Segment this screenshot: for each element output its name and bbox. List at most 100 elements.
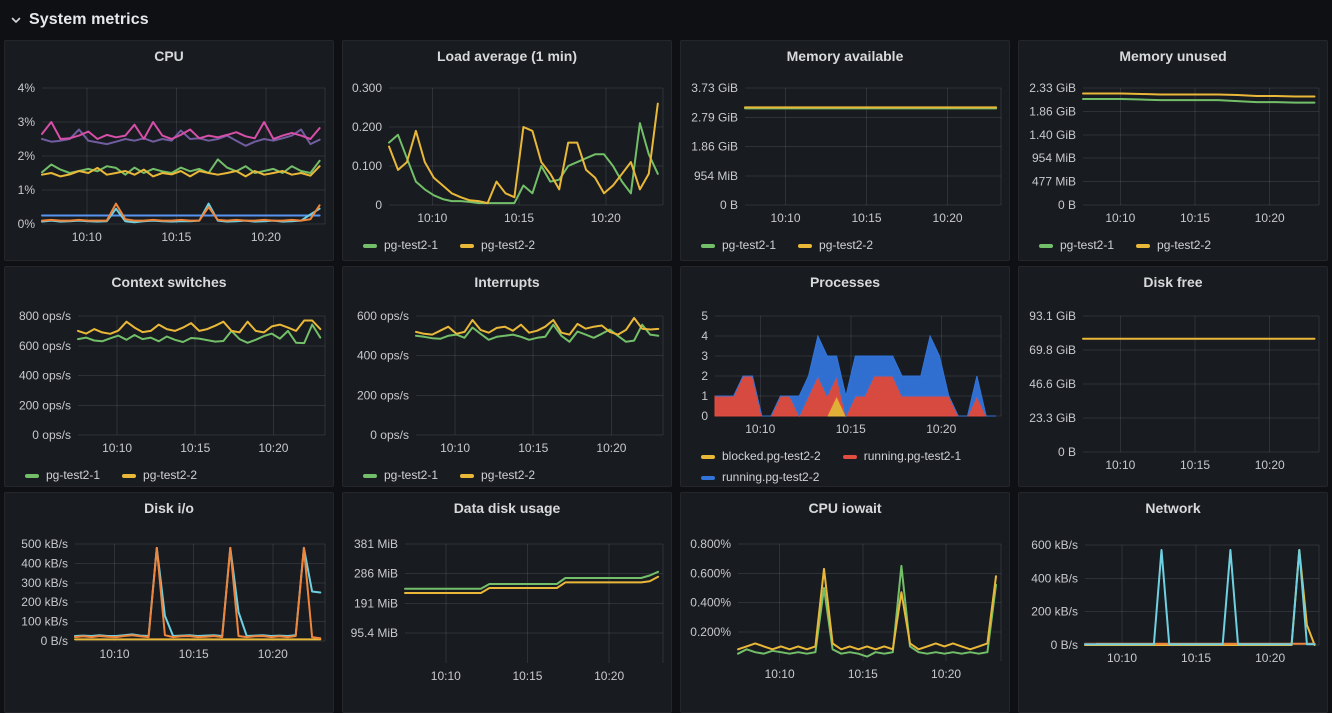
chart-canvas[interactable]: 3.73 GiB2.79 GiB1.86 GiB954 MiB0 B10:101… bbox=[681, 41, 1009, 260]
y-tick-label: 381 MiB bbox=[354, 537, 398, 551]
legend-label: running.pg-test2-2 bbox=[722, 467, 819, 487]
y-tick-label: 200 kB/s bbox=[21, 595, 68, 609]
chart-legend: pg-test2-1 pg-test2-2 bbox=[363, 235, 651, 256]
y-tick-label: 2 bbox=[701, 369, 708, 383]
y-tick-label: 200 ops/s bbox=[19, 398, 71, 412]
y-tick-label: 954 MiB bbox=[1032, 151, 1076, 165]
legend-item[interactable]: pg-test2-2 bbox=[460, 465, 535, 486]
y-tick-label: 0.200% bbox=[690, 625, 731, 639]
x-tick-label: 10:10 bbox=[417, 211, 447, 225]
legend-swatch bbox=[1039, 244, 1053, 248]
legend-swatch bbox=[843, 455, 857, 459]
legend-item[interactable]: pg-test2-2 bbox=[460, 235, 535, 256]
y-tick-label: 0 B bbox=[1058, 198, 1076, 212]
legend-item[interactable]: pg-test2-1 bbox=[25, 465, 100, 486]
chart-canvas[interactable]: 2.33 GiB1.86 GiB1.40 GiB954 MiB477 MiB0 … bbox=[1019, 41, 1327, 260]
x-tick-label: 10:10 bbox=[100, 647, 130, 661]
chart-legend: blocked.pg-test2-2 running.pg-test2-1 runn… bbox=[701, 446, 989, 487]
y-tick-label: 200 kB/s bbox=[1031, 605, 1078, 619]
x-tick-label: 10:15 bbox=[1181, 651, 1211, 665]
x-tick-label: 10:15 bbox=[179, 647, 209, 661]
x-tick-label: 10:10 bbox=[1107, 651, 1137, 665]
series-cyan-series bbox=[75, 548, 320, 636]
y-tick-label: 0 ops/s bbox=[32, 428, 71, 442]
x-tick-label: 10:20 bbox=[251, 230, 281, 244]
y-tick-label: 93.1 GiB bbox=[1029, 309, 1076, 323]
x-tick-label: 10:15 bbox=[1180, 458, 1210, 472]
chart-legend: pg-test2-1 pg-test2-2 bbox=[363, 465, 651, 486]
y-tick-label: 1.40 GiB bbox=[1029, 128, 1076, 142]
y-tick-label: 286 MiB bbox=[354, 567, 398, 581]
chart-canvas[interactable]: 500 kB/s400 kB/s300 kB/s200 kB/s100 kB/s… bbox=[5, 493, 333, 712]
x-tick-label: 10:20 bbox=[594, 669, 624, 683]
y-tick-label: 46.6 GiB bbox=[1029, 377, 1076, 391]
panel-load-average: Load average (1 min) 0.3000.2000.100010:… bbox=[342, 40, 672, 261]
x-tick-label: 10:20 bbox=[1255, 651, 1285, 665]
legend-item[interactable]: blocked.pg-test2-2 bbox=[701, 446, 821, 467]
x-tick-label: 10:20 bbox=[933, 211, 963, 225]
x-tick-label: 10:10 bbox=[440, 441, 470, 455]
panel-grid: CPU 4%3%2%1%0%10:1010:1510:20 Load avera… bbox=[0, 38, 1332, 713]
panel-context-switches: Context switches 800 ops/s600 ops/s400 o… bbox=[4, 266, 334, 487]
legend-item[interactable]: pg-test2-2 bbox=[122, 465, 197, 486]
legend-item[interactable]: pg-test2-2 bbox=[1136, 235, 1211, 256]
legend-item[interactable]: pg-test2-1 bbox=[1039, 235, 1114, 256]
chart-canvas[interactable]: 93.1 GiB69.8 GiB46.6 GiB23.3 GiB0 B10:10… bbox=[1019, 267, 1327, 486]
y-tick-label: 0% bbox=[18, 217, 36, 231]
x-tick-label: 10:15 bbox=[848, 667, 878, 681]
legend-label: pg-test2-1 bbox=[722, 235, 776, 256]
series-pg-test2-2 bbox=[416, 318, 658, 335]
legend-label: pg-test2-1 bbox=[384, 235, 438, 256]
legend-swatch bbox=[25, 474, 39, 478]
legend-swatch bbox=[1136, 244, 1150, 248]
y-tick-label: 4% bbox=[18, 81, 36, 95]
chart-canvas[interactable]: 600 ops/s400 ops/s200 ops/s0 ops/s10:101… bbox=[343, 267, 671, 486]
y-tick-label: 3% bbox=[18, 115, 36, 129]
y-tick-label: 0.300 bbox=[352, 81, 382, 95]
y-tick-label: 600 ops/s bbox=[357, 309, 409, 323]
legend-item[interactable]: running.pg-test2-1 bbox=[843, 446, 961, 467]
chart-canvas[interactable]: 381 MiB286 MiB191 MiB95.4 MiB10:1010:151… bbox=[343, 493, 671, 712]
x-tick-label: 10:10 bbox=[1105, 458, 1135, 472]
series-green-series bbox=[405, 572, 658, 589]
y-tick-label: 3.73 GiB bbox=[691, 81, 738, 95]
y-tick-label: 191 MiB bbox=[354, 596, 398, 610]
y-tick-label: 95.4 MiB bbox=[351, 626, 398, 640]
legend-swatch bbox=[701, 455, 715, 459]
legend-label: pg-test2-1 bbox=[384, 465, 438, 486]
chart-canvas[interactable]: 0.800%0.600%0.400%0.200%10:1010:1510:20 bbox=[681, 493, 1009, 712]
legend-item[interactable]: pg-test2-1 bbox=[701, 235, 776, 256]
series-pg-test2-2 bbox=[389, 104, 658, 204]
y-tick-label: 600 kB/s bbox=[1031, 538, 1078, 552]
y-tick-label: 0 bbox=[701, 409, 708, 423]
legend-swatch bbox=[701, 244, 715, 248]
panel-disk-io: Disk i/o 500 kB/s400 kB/s300 kB/s200 kB/… bbox=[4, 492, 334, 713]
y-tick-label: 954 MiB bbox=[694, 169, 738, 183]
legend-item[interactable]: running.pg-test2-2 bbox=[701, 467, 819, 487]
legend-item[interactable]: pg-test2-1 bbox=[363, 465, 438, 486]
chart-canvas[interactable]: 4%3%2%1%0%10:1010:1510:20 bbox=[5, 41, 333, 260]
series-yellow-series bbox=[1085, 550, 1315, 645]
legend-label: blocked.pg-test2-2 bbox=[722, 446, 821, 467]
series-orange-series bbox=[42, 204, 320, 221]
legend-item[interactable]: pg-test2-1 bbox=[363, 235, 438, 256]
y-tick-label: 600 ops/s bbox=[19, 339, 71, 353]
chart-canvas[interactable]: 800 ops/s600 ops/s400 ops/s200 ops/s0 op… bbox=[5, 267, 333, 486]
legend-label: pg-test2-2 bbox=[143, 465, 197, 486]
y-tick-label: 1.86 GiB bbox=[691, 140, 738, 154]
y-tick-label: 3 bbox=[701, 349, 708, 363]
chart-canvas[interactable]: 600 kB/s400 kB/s200 kB/s0 B/s10:1010:151… bbox=[1019, 493, 1327, 712]
legend-item[interactable]: pg-test2-2 bbox=[798, 235, 873, 256]
y-tick-label: 500 kB/s bbox=[21, 537, 68, 551]
y-tick-label: 100 kB/s bbox=[21, 615, 68, 629]
y-tick-label: 2% bbox=[18, 149, 36, 163]
y-tick-label: 0 B bbox=[1058, 445, 1076, 459]
x-tick-label: 10:10 bbox=[765, 667, 795, 681]
legend-swatch bbox=[798, 244, 812, 248]
chart-canvas[interactable]: 0.3000.2000.100010:1010:1510:20 bbox=[343, 41, 671, 260]
legend-swatch bbox=[460, 474, 474, 478]
x-tick-label: 10:10 bbox=[72, 230, 102, 244]
y-tick-label: 0.200 bbox=[352, 120, 382, 134]
panel-processes: Processes 54321010:1010:1510:20 blocked.… bbox=[680, 266, 1010, 487]
dashboard-row-header[interactable]: System metrics bbox=[0, 0, 1332, 38]
